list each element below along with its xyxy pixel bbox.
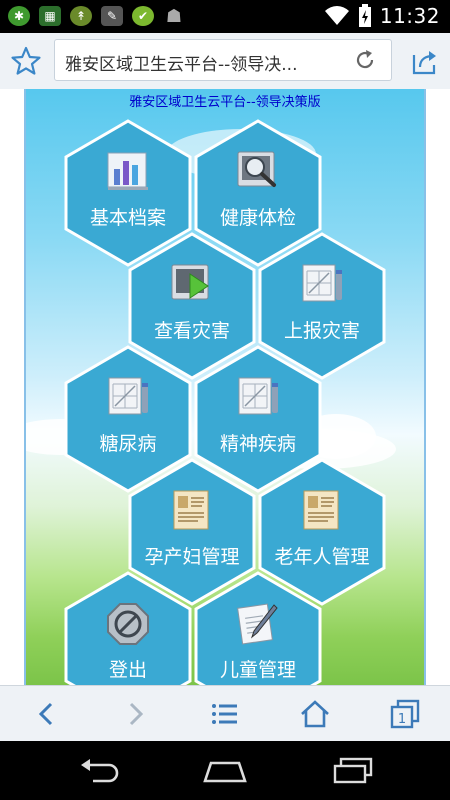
view-disaster-icon bbox=[168, 262, 216, 306]
browser-url-bar: 雅安区域卫生云平台--领导决... bbox=[0, 33, 450, 90]
report-form-icon bbox=[234, 375, 282, 419]
notification-icons: ✱ ▦ ↟ ✎ ✔ ☗ bbox=[8, 5, 185, 27]
web-content: 雅安区域卫生云平台--领导决策版 基本档案 健康体检查看灾害 上报灾害糖尿病 精神疾病… bbox=[0, 89, 450, 685]
back-icon[interactable] bbox=[30, 698, 64, 730]
charging-battery-icon bbox=[358, 4, 371, 27]
report-form-icon bbox=[104, 375, 152, 419]
tabs-count: 1 bbox=[398, 712, 406, 727]
address-field[interactable]: 雅安区域卫生云平台--领导决... bbox=[54, 39, 392, 81]
forward-icon[interactable] bbox=[118, 698, 152, 730]
address-text[interactable]: 雅安区域卫生云平台--领导决... bbox=[65, 50, 335, 75]
report-form-icon bbox=[298, 262, 346, 306]
menu-tile-label: 糖尿病 bbox=[99, 433, 157, 455]
tabs-icon[interactable]: 1 bbox=[388, 698, 422, 730]
menu-tile-label: 老年人管理 bbox=[274, 546, 370, 568]
wifi-icon bbox=[324, 6, 349, 25]
magnifier-icon bbox=[234, 149, 282, 193]
menu-tile-label: 精神疾病 bbox=[219, 433, 296, 455]
system-nav-bar bbox=[0, 741, 450, 800]
home-icon[interactable] bbox=[298, 698, 332, 730]
tools-app-icon: ✎ bbox=[101, 6, 123, 26]
reload-icon[interactable] bbox=[353, 48, 377, 72]
menu-tile-label: 孕产妇管理 bbox=[144, 546, 240, 568]
android-app-icon: ✱ bbox=[8, 6, 30, 26]
system-home-icon[interactable] bbox=[200, 755, 250, 787]
menu-tile-10[interactable]: 儿童管理 bbox=[194, 571, 322, 685]
page-title: 雅安区域卫生云平台--领导决策版 bbox=[129, 95, 321, 110]
game-app-icon: ↟ bbox=[70, 6, 92, 26]
battery-app-icon: ▦ bbox=[39, 6, 61, 26]
record-card-icon bbox=[298, 488, 346, 532]
bookmark-star-icon[interactable] bbox=[10, 45, 42, 77]
page-background: 雅安区域卫生云平台--领导决策版 基本档案 健康体检查看灾害 上报灾害糖尿病 精神疾病… bbox=[24, 89, 426, 685]
chart-document-icon bbox=[104, 149, 152, 193]
record-card-icon bbox=[168, 488, 216, 532]
status-bar: ✱ ▦ ↟ ✎ ✔ ☗ 11:32 bbox=[0, 0, 450, 33]
android-robot-icon: ☗ bbox=[165, 5, 183, 27]
browser-nav-bar: 1 bbox=[0, 685, 450, 742]
menu-tile-9[interactable]: 登出 bbox=[64, 571, 192, 685]
menu-tile-label: 登出 bbox=[108, 659, 147, 681]
system-recent-apps-icon[interactable] bbox=[328, 755, 378, 787]
share-icon[interactable] bbox=[408, 45, 440, 77]
menu-icon[interactable] bbox=[208, 698, 242, 730]
system-back-icon[interactable] bbox=[75, 755, 125, 787]
menu-tile-label: 查看灾害 bbox=[153, 320, 230, 342]
pen-document-icon bbox=[234, 601, 282, 645]
sync-app-icon: ✔ bbox=[132, 6, 154, 26]
logout-icon bbox=[104, 601, 152, 645]
menu-tile-label: 健康体检 bbox=[219, 207, 296, 229]
menu-tile-label: 上报灾害 bbox=[283, 320, 360, 342]
clock-time: 11:32 bbox=[379, 4, 440, 28]
menu-tile-label: 基本档案 bbox=[89, 207, 166, 229]
menu-tile-label: 儿童管理 bbox=[219, 659, 296, 681]
